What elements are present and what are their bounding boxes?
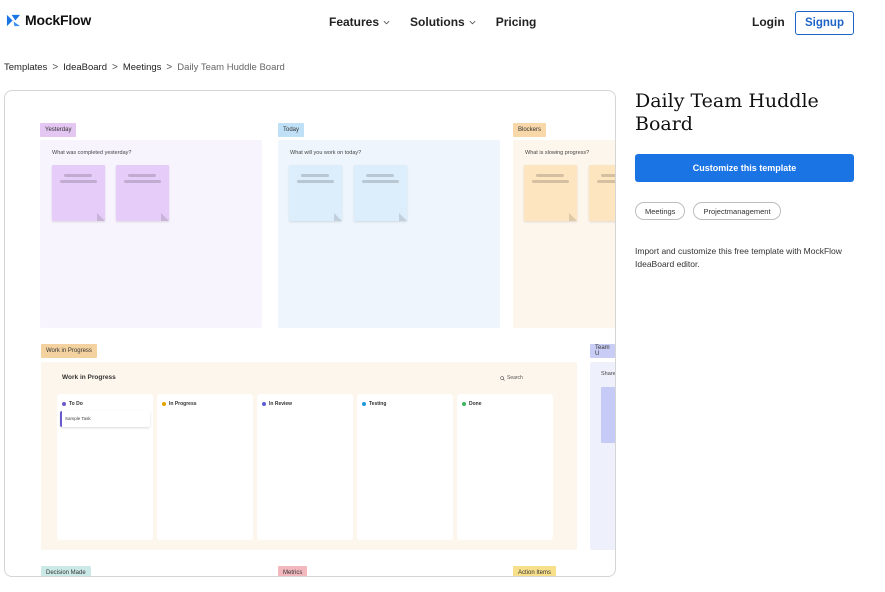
section-panel-today: What will you work on today? [278,140,500,328]
kanban-board: Work in Progress Search To Do Sample Tas… [41,362,577,550]
kanban-column-label: To Do [69,401,83,407]
template-description: Import and customize this free template … [635,246,842,269]
nav-solutions[interactable]: Solutions [410,15,476,29]
breadcrumb-current: Daily Team Huddle Board [177,62,285,73]
section-tag-action-items: Action Items [513,566,557,576]
chevron-down-icon [383,20,390,24]
main-nav: Features Solutions Pricing [329,15,536,29]
section-question-today: What will you work on today? [290,150,362,156]
sticky-note [354,165,407,221]
sticky-note [52,165,105,221]
kanban-column-header: In Progress [162,401,197,407]
section-tag-blockers: Blockers [513,123,547,137]
nav-solutions-label: Solutions [410,15,465,29]
nav-features[interactable]: Features [329,15,390,29]
sticky-note [116,165,169,221]
section-tag-decision-made: Decision Made [41,566,91,576]
template-title: Daily Team Huddle Board [635,90,819,135]
section-tag-work-in-progress: Work in Progress [41,344,97,358]
section-panel-yesterday: What was completed yesterday? [40,140,262,328]
kanban-column-testing: Testing [357,394,453,540]
template-tags: Meetings Projectmanagement [635,202,781,220]
sticky-note [524,165,577,221]
kanban-column-header: In Review [262,401,292,407]
kanban-search: Search [500,375,523,381]
kanban-column-label: Testing [369,401,387,407]
status-dot [362,402,366,406]
customize-template-button[interactable]: Customize this template [635,154,854,182]
kanban-column-header: Testing [362,401,386,407]
breadcrumb-separator: > [112,62,118,73]
section-question-team: Share [601,371,616,377]
kanban-column-label: Done [469,401,482,407]
kanban-column-to-do: To Do Sample Task [57,394,153,540]
section-question-blockers: What is slowing progress? [525,150,590,156]
nav-pricing[interactable]: Pricing [496,15,537,29]
login-link[interactable]: Login [752,15,785,29]
site-header: MockFlow Features Solutions Pricing Logi… [0,0,885,44]
tag-chip-meetings[interactable]: Meetings [635,202,686,220]
section-tag-today: Today [278,123,305,137]
section-panel-blockers: What is slowing progress? [513,140,615,328]
nav-pricing-label: Pricing [495,15,537,29]
kanban-column-header: To Do [62,401,83,407]
template-preview[interactable]: Yesterday What was completed yesterday? … [4,90,616,577]
kanban-search-label: Search [507,375,523,381]
status-dot [262,402,266,406]
section-tag-metrics: Metrics [278,566,308,576]
sticky-note [601,387,615,443]
breadcrumb-ideaboard[interactable]: IdeaBoard [63,62,107,73]
section-panel-team: Share [590,362,616,550]
section-question-yesterday: What was completed yesterday? [52,150,132,156]
kanban-column-header: Done [462,401,482,407]
kanban-column-in-progress: In Progress [157,394,253,540]
task-card: Sample Task [60,411,150,427]
section-tag-yesterday: Yesterday [40,123,77,137]
chevron-down-icon [469,20,476,24]
search-icon [500,375,505,381]
status-dot [62,402,66,406]
status-dot [162,402,166,406]
breadcrumb-templates[interactable]: Templates [4,62,47,73]
kanban-column-label: In Review [269,401,293,407]
brand-name: MockFlow [25,12,92,28]
sticky-note [589,165,615,221]
kanban-column-done: Done [457,394,553,540]
signup-button[interactable]: Signup [795,11,854,35]
status-dot [462,402,466,406]
mockflow-logo-icon [6,14,21,26]
sticky-note [289,165,342,221]
breadcrumb-meetings[interactable]: Meetings [123,62,162,73]
kanban-column-label: In Progress [169,401,197,407]
breadcrumb: Templates > IdeaBoard > Meetings > Daily… [4,62,285,73]
kanban-title: Work in Progress [62,374,116,381]
section-tag-team: Team U [590,344,615,358]
breadcrumb-separator: > [52,62,59,73]
tag-chip-projectmanagement[interactable]: Projectmanagement [693,202,781,220]
nav-features-label: Features [329,15,380,29]
breadcrumb-separator: > [166,62,173,73]
brand-logo[interactable]: MockFlow [6,12,91,28]
kanban-column-in-review: In Review [257,394,353,540]
